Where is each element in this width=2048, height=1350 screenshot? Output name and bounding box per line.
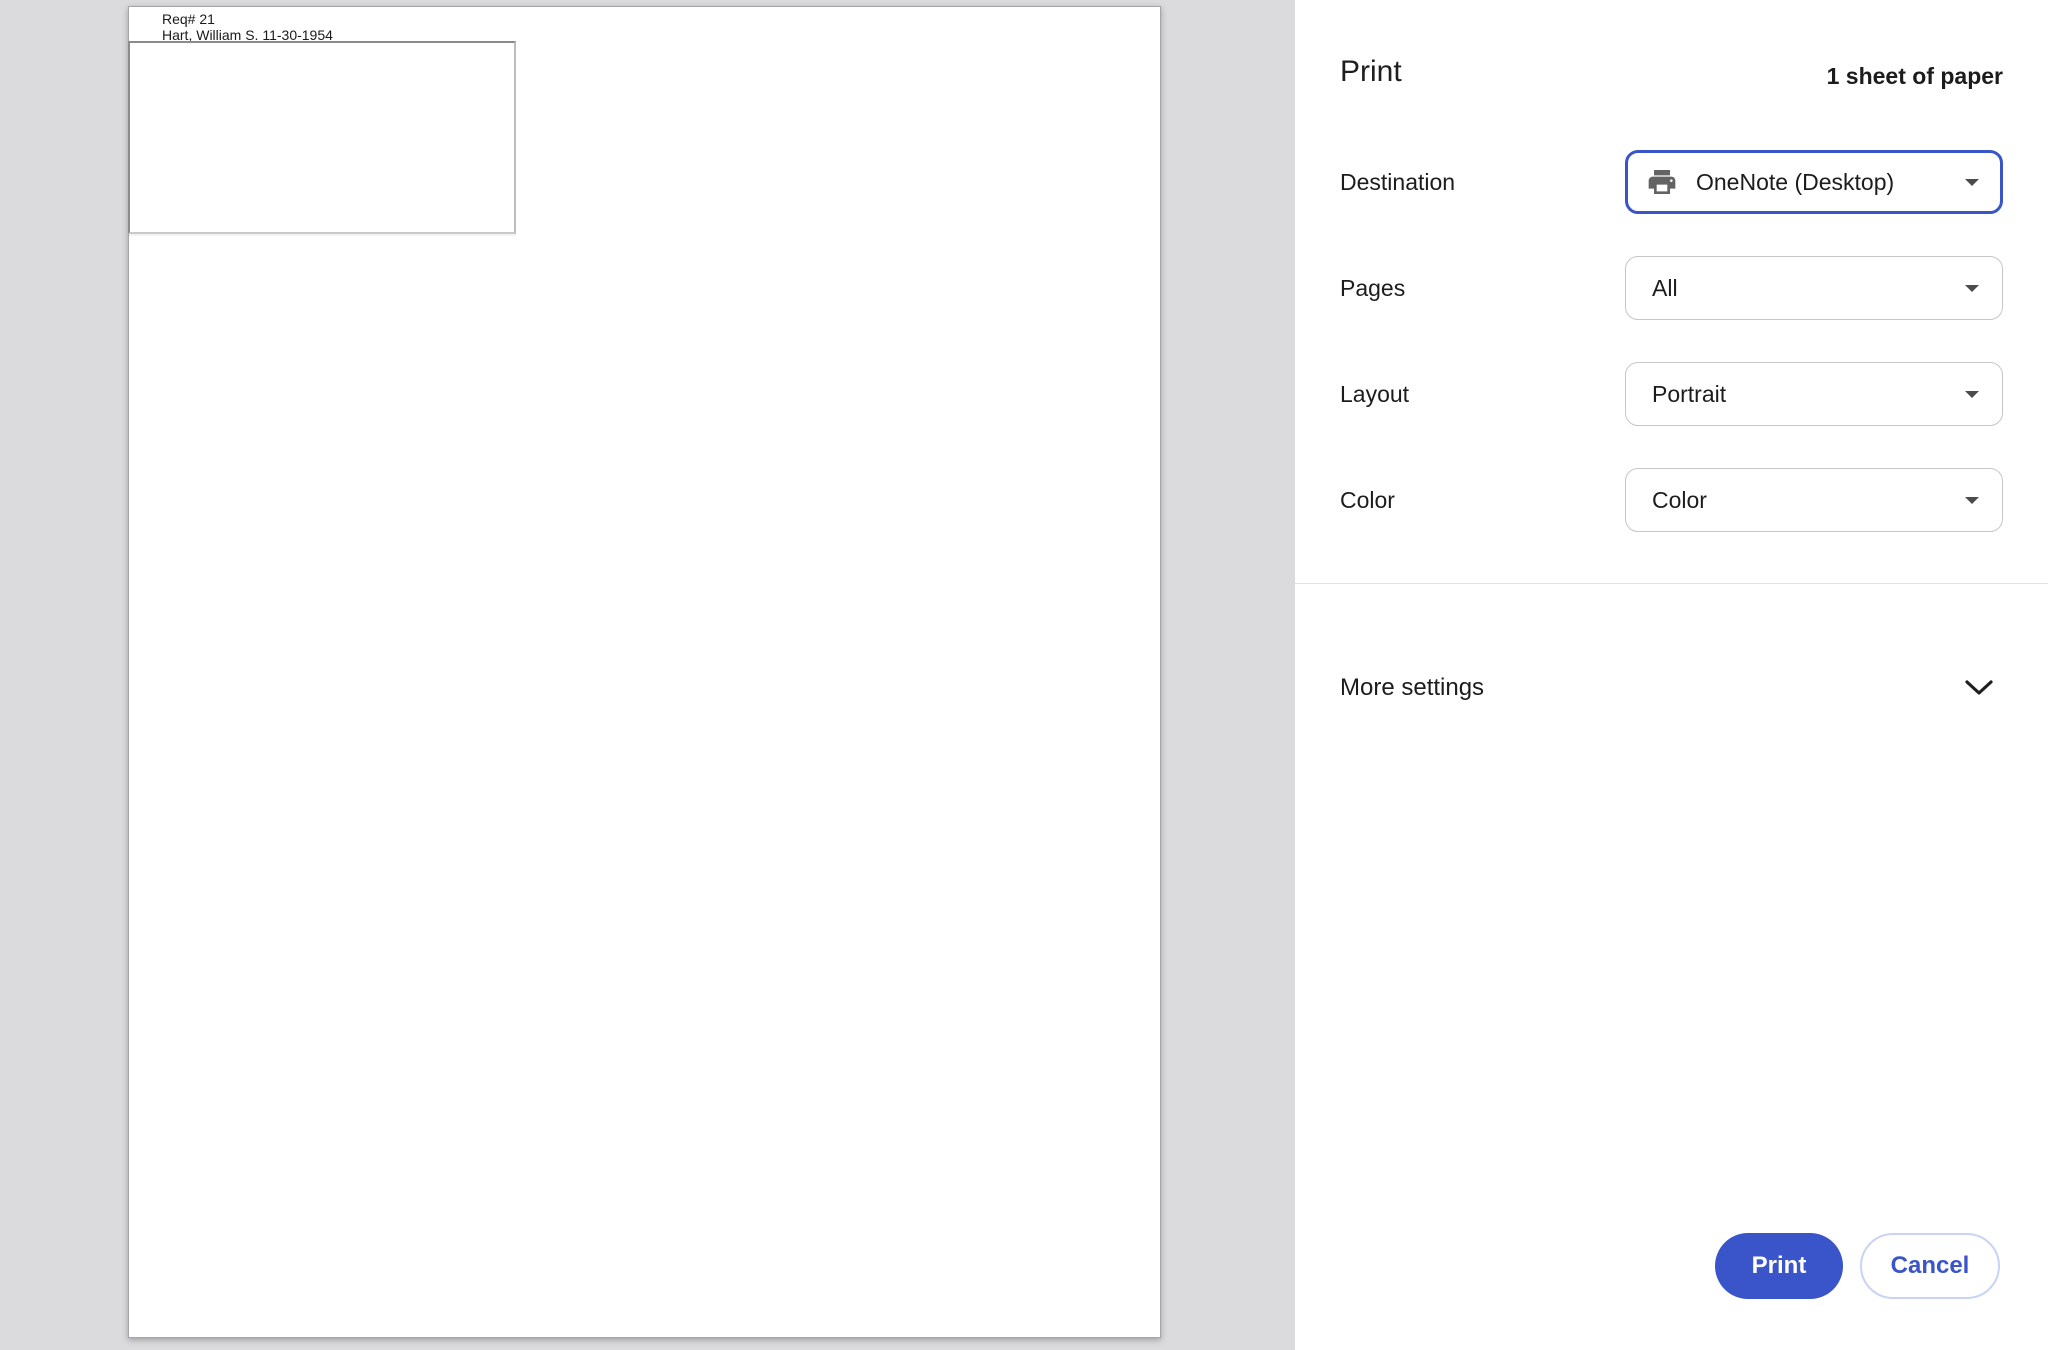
pages-label: Pages: [1340, 256, 1405, 320]
print-preview-area: Req# 21 Hart, William S. 11-30-1954: [0, 0, 1295, 1350]
document-header-text: Req# 21 Hart, William S. 11-30-1954: [162, 11, 333, 43]
destination-label: Destination: [1340, 150, 1455, 214]
printer-icon: [1646, 166, 1678, 198]
sheet-count: 1 sheet of paper: [1827, 61, 2003, 91]
pages-row: Pages All: [1295, 256, 2048, 320]
color-value: Color: [1652, 487, 1954, 514]
destination-value: OneNote (Desktop): [1696, 169, 1954, 196]
settings-divider: [1295, 583, 2048, 584]
layout-dropdown[interactable]: Portrait: [1625, 362, 2003, 426]
more-settings-label: More settings: [1340, 674, 1965, 702]
destination-row: Destination OneNote (Desktop): [1295, 150, 2048, 214]
layout-value: Portrait: [1652, 381, 1954, 408]
dropdown-caret-icon: [1964, 390, 1980, 399]
print-settings-panel: Print 1 sheet of paper Destination OneNo…: [1295, 0, 2048, 1350]
more-settings-toggle[interactable]: More settings: [1295, 662, 2048, 714]
preview-page: Req# 21 Hart, William S. 11-30-1954: [128, 6, 1161, 1338]
color-label: Color: [1340, 468, 1395, 532]
panel-title: Print: [1340, 54, 1402, 90]
cancel-button[interactable]: Cancel: [1860, 1233, 2000, 1299]
print-button[interactable]: Print: [1715, 1233, 1843, 1299]
document-req-line: Req# 21: [162, 11, 333, 27]
document-empty-box: [128, 41, 516, 234]
layout-label: Layout: [1340, 362, 1409, 426]
destination-dropdown[interactable]: OneNote (Desktop): [1625, 150, 2003, 214]
layout-row: Layout Portrait: [1295, 362, 2048, 426]
pages-dropdown[interactable]: All: [1625, 256, 2003, 320]
pages-value: All: [1652, 275, 1954, 302]
dropdown-caret-icon: [1964, 178, 1980, 187]
color-dropdown[interactable]: Color: [1625, 468, 2003, 532]
chevron-down-icon: [1965, 680, 1993, 696]
dropdown-caret-icon: [1964, 496, 1980, 505]
dropdown-caret-icon: [1964, 284, 1980, 293]
color-row: Color Color: [1295, 468, 2048, 532]
